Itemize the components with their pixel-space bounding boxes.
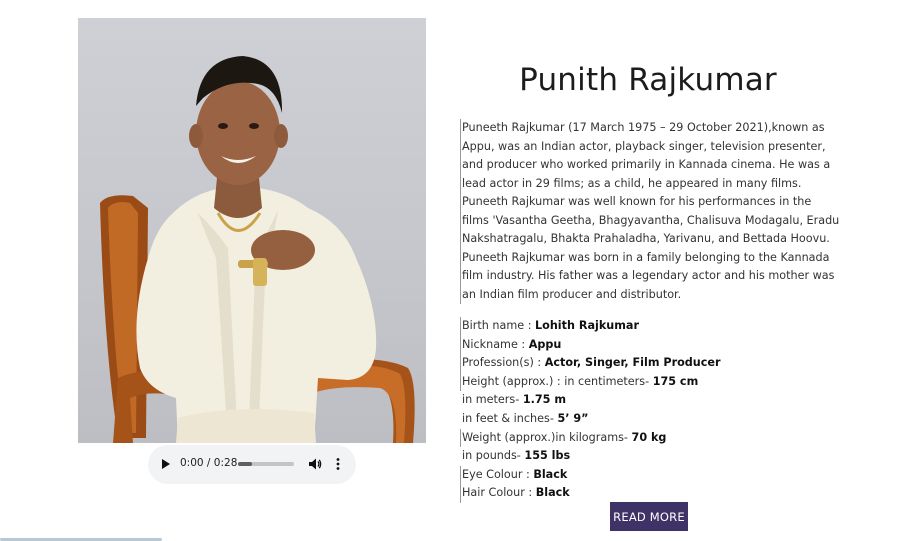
profile-page: 0:00 / 0:28 Punith Rajkumar Puneeth Rajk… bbox=[0, 0, 923, 541]
fact-birth-name: Birth name : Lohith Rajkumar bbox=[460, 317, 840, 336]
audio-progress-fill bbox=[238, 462, 252, 466]
audio-seek-bar[interactable] bbox=[238, 462, 294, 466]
fact-label: Hair Colour : bbox=[462, 486, 536, 500]
fact-nickname: Nickname : Appu bbox=[460, 335, 840, 355]
volume-icon[interactable] bbox=[308, 457, 322, 471]
fact-height-ft: in feet & inches- 5’ 9” bbox=[460, 410, 840, 429]
fact-label: in meters- bbox=[462, 393, 523, 407]
fact-profession: Profession(s) : Actor, Singer, Film Prod… bbox=[460, 354, 840, 373]
bio-text: Puneeth Rajkumar (17 March 1975 – 29 Oct… bbox=[460, 119, 840, 304]
fact-value: 5’ 9” bbox=[557, 411, 589, 425]
fact-label: Profession(s) : bbox=[462, 356, 545, 370]
fact-value: 175 cm bbox=[652, 374, 699, 388]
fact-weight-lbs: in pounds- 155 lbs bbox=[460, 447, 840, 466]
fact-value: 70 kg bbox=[631, 430, 667, 444]
fact-value: Appu bbox=[528, 337, 562, 351]
audio-time: 0:00 / 0:28 bbox=[180, 457, 238, 469]
fact-label: Nickname : bbox=[462, 337, 529, 351]
more-vertical-icon[interactable] bbox=[335, 457, 341, 471]
fact-value: Actor, Singer, Film Producer bbox=[544, 356, 721, 370]
fact-value: Black bbox=[535, 486, 570, 500]
bio-paragraph: Puneeth Rajkumar was well known for his … bbox=[460, 193, 840, 249]
fact-label: in feet & inches- bbox=[462, 411, 558, 425]
fact-value: 155 lbs bbox=[524, 449, 571, 463]
fact-value: Lohith Rajkumar bbox=[535, 319, 639, 332]
profile-photo bbox=[78, 18, 426, 443]
fact-eye-colour: Eye Colour : Black bbox=[460, 465, 840, 485]
fact-hair-colour: Hair Colour : Black bbox=[460, 484, 840, 503]
fact-value: Black bbox=[533, 467, 568, 481]
fact-value: 1.75 m bbox=[522, 393, 566, 407]
play-icon[interactable] bbox=[162, 459, 170, 469]
audio-player[interactable]: 0:00 / 0:28 bbox=[148, 445, 356, 484]
fact-label: Eye Colour : bbox=[462, 467, 534, 481]
fact-height-m: in meters- 1.75 m bbox=[460, 391, 840, 410]
fact-label: in pounds- bbox=[462, 449, 525, 463]
fact-label: Birth name : bbox=[462, 319, 536, 332]
portrait-illustration bbox=[100, 56, 415, 443]
fact-weight-kg: Weight (approx.)in kilograms- 70 kg bbox=[460, 428, 840, 448]
facts-list: Birth name : Lohith Rajkumar Nickname : … bbox=[460, 317, 840, 503]
bio-paragraph: Puneeth Rajkumar (17 March 1975 – 29 Oct… bbox=[460, 119, 840, 193]
page-title: Punith Rajkumar bbox=[519, 62, 777, 98]
read-more-button[interactable]: READ MORE bbox=[610, 502, 688, 531]
bio-paragraph: Puneeth Rajkumar was born in a family be… bbox=[460, 248, 840, 304]
fact-label: Weight (approx.)in kilograms- bbox=[462, 430, 632, 444]
fact-label: Height (approx.) : in centimeters- bbox=[462, 374, 653, 388]
fact-height-cm: Height (approx.) : in centimeters- 175 c… bbox=[460, 372, 840, 392]
